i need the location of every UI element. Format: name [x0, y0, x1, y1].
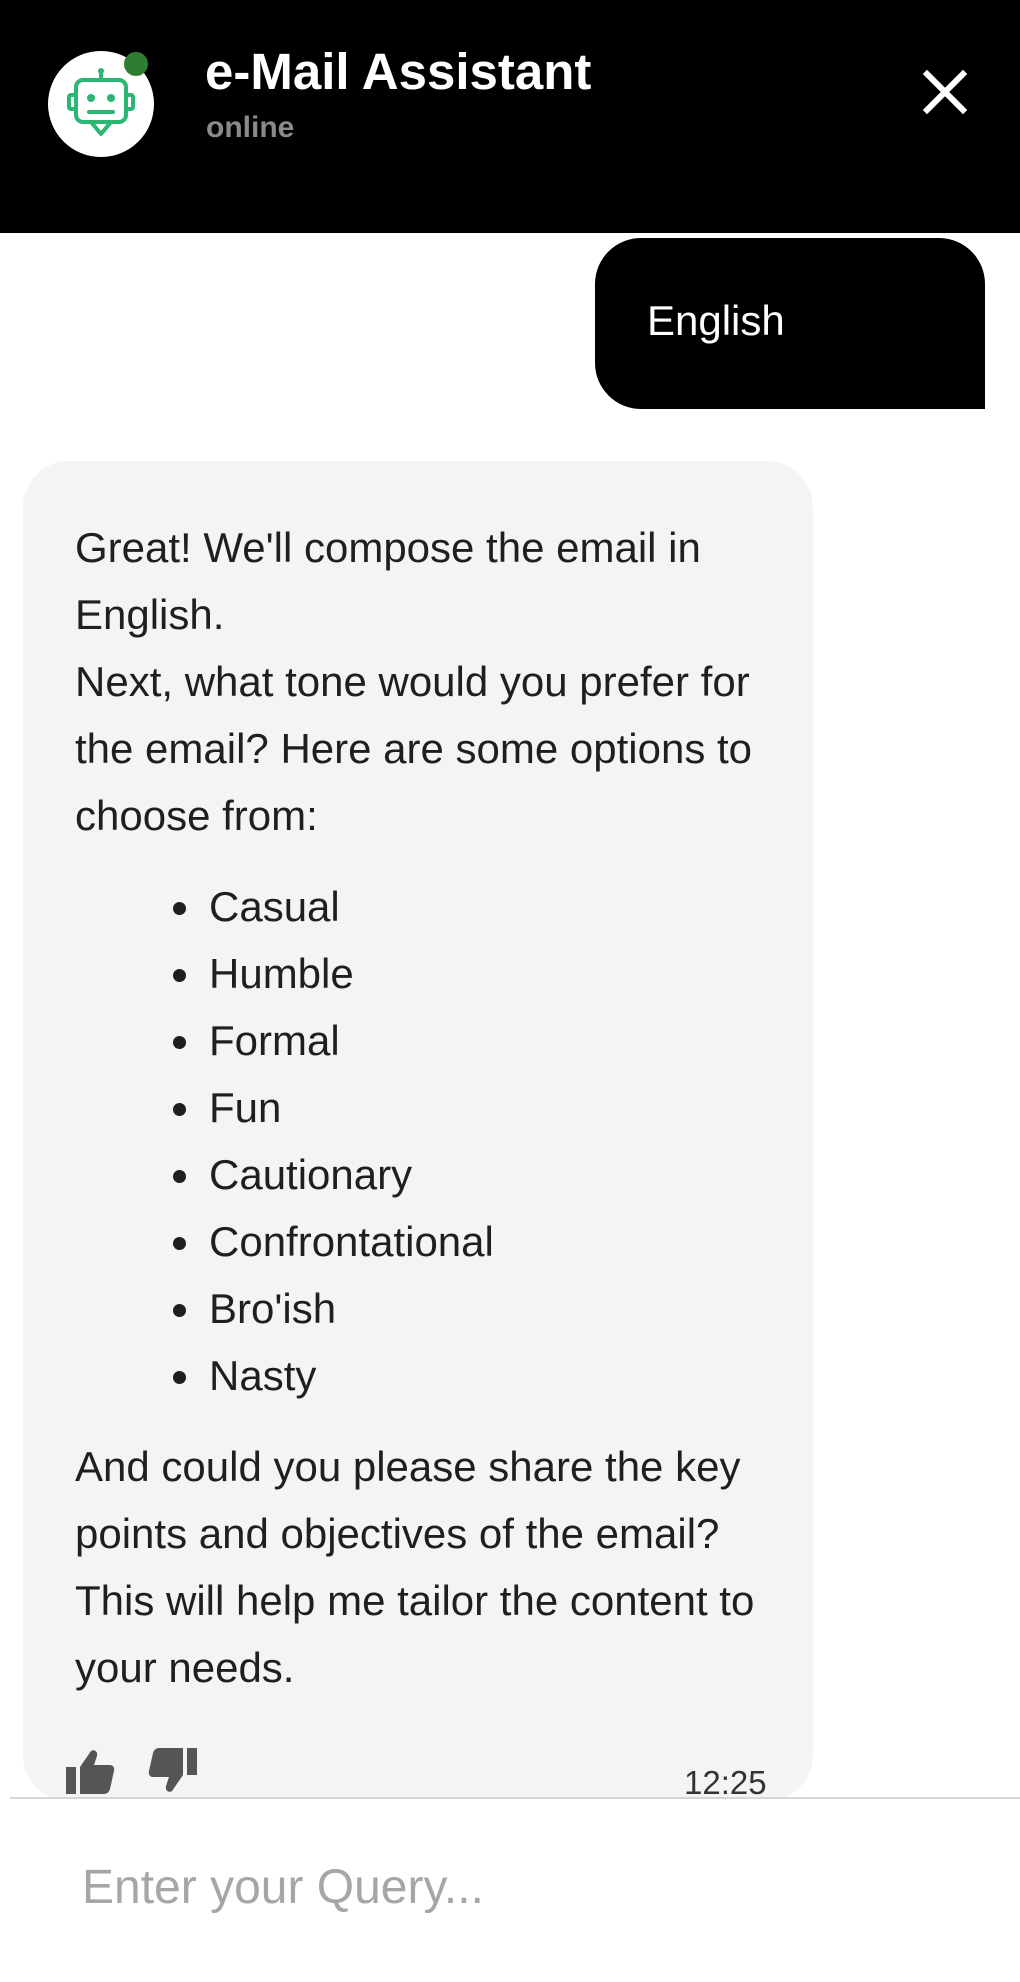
close-icon [922, 69, 968, 115]
tone-option: Humble [205, 940, 775, 1007]
assistant-message-bubble: Great! We'll compose the email in Englis… [23, 461, 813, 1801]
assistant-intro-line: Great! We'll compose the email in Englis… [75, 524, 701, 638]
tone-option: Cautionary [205, 1141, 775, 1208]
query-input[interactable] [60, 1847, 982, 1927]
tone-option: Casual [205, 873, 775, 940]
assistant-status: online [206, 111, 295, 144]
tone-option: Formal [205, 1007, 775, 1074]
tone-options-list: Casual Humble Formal Fun Cautionary Conf… [75, 873, 775, 1409]
assistant-followup-line: And could you please share the key point… [75, 1443, 755, 1691]
message-composer [0, 1797, 1020, 1982]
close-button[interactable] [915, 62, 975, 122]
composer-divider [10, 1797, 1020, 1799]
user-message-bubble: English [595, 238, 985, 409]
online-status-dot [124, 52, 148, 76]
assistant-name: e-Mail Assistant [205, 43, 592, 100]
tone-option: Nasty [205, 1342, 775, 1409]
tone-option: Confrontational [205, 1208, 775, 1275]
thumbs-up-icon [66, 1750, 115, 1794]
thumbs-down-icon [148, 1748, 197, 1792]
thumbs-down-button[interactable] [148, 1748, 198, 1794]
robot-chat-icon [67, 68, 135, 136]
assistant-question-line: Next, what tone would you prefer for the… [75, 658, 753, 839]
chat-header: e-Mail Assistant online [0, 0, 1020, 233]
tone-option: Fun [205, 1074, 775, 1141]
user-message-text: English [647, 297, 785, 344]
thumbs-up-button[interactable] [65, 1748, 115, 1794]
assistant-message-text: Great! We'll compose the email in Englis… [75, 514, 775, 1701]
tone-option: Bro'ish [205, 1275, 775, 1342]
